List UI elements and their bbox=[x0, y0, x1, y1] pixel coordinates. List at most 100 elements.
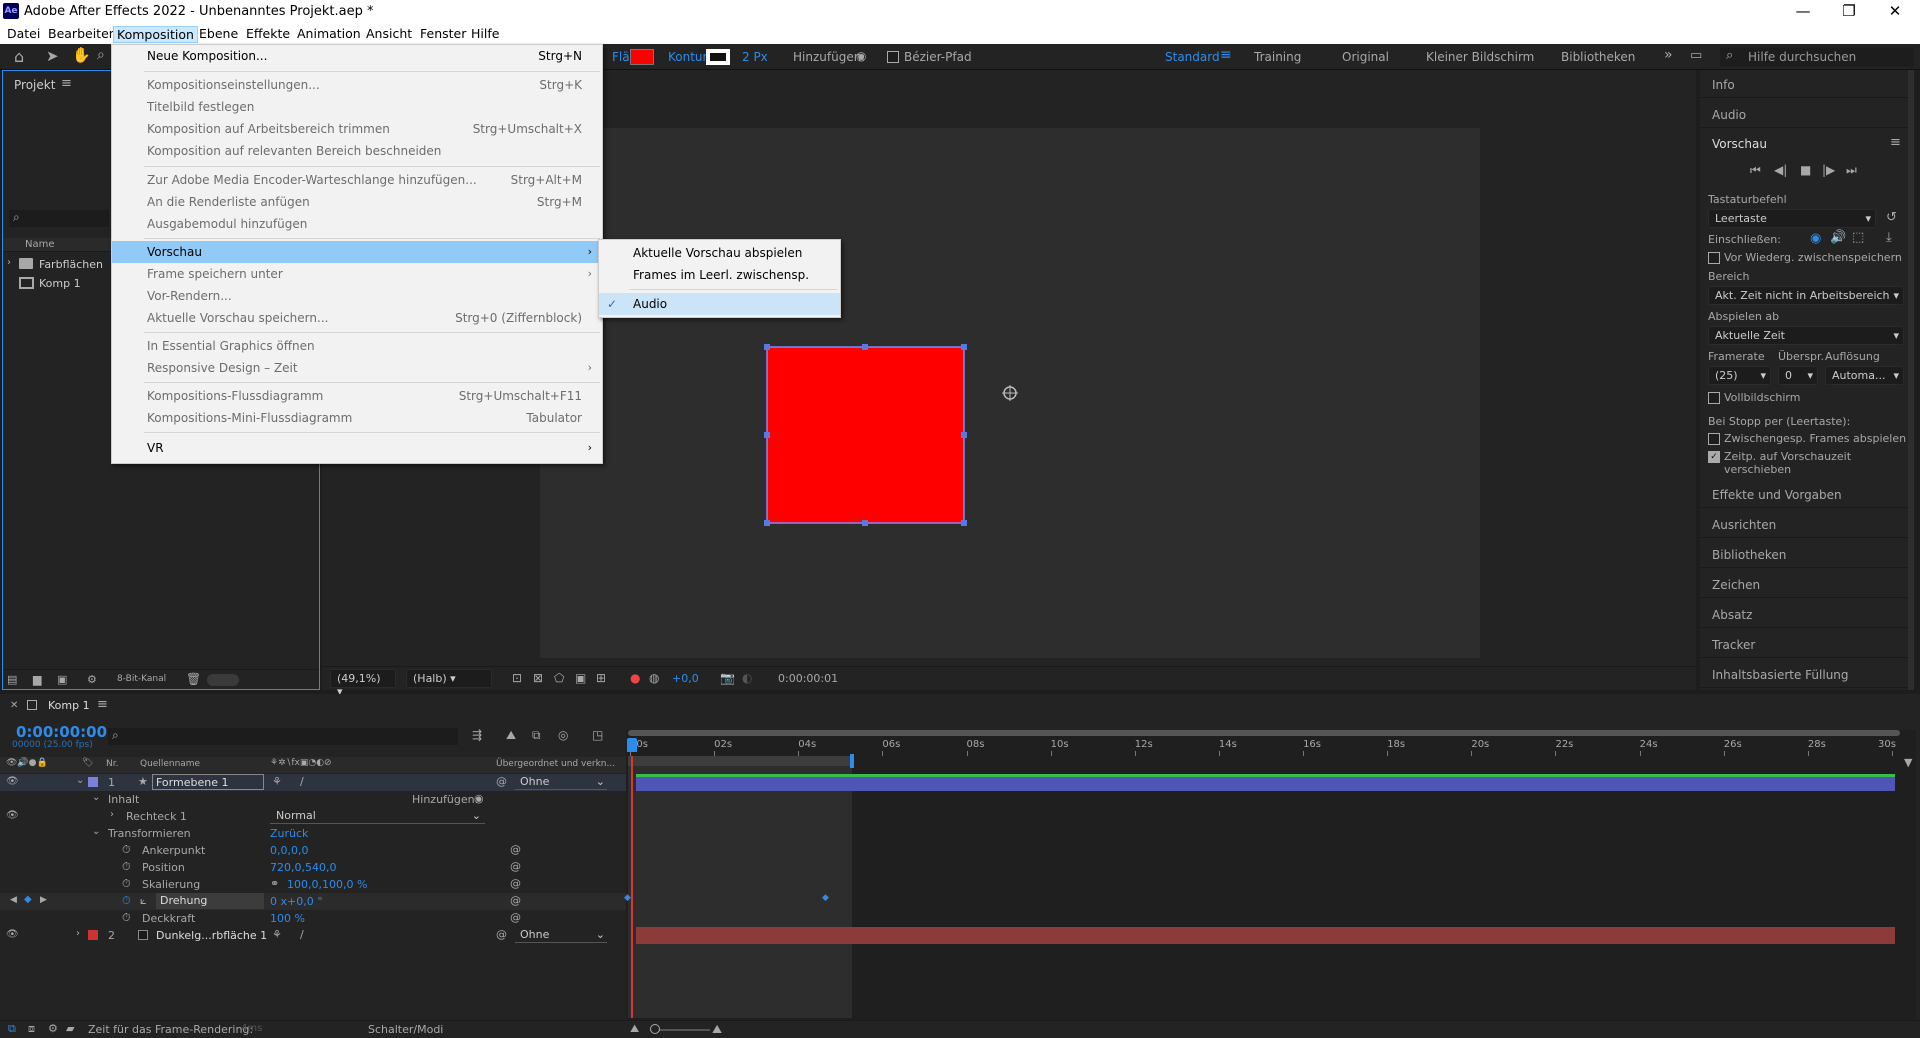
property-name-selected[interactable]: Drehung bbox=[156, 893, 264, 909]
add-keyframe-icon[interactable]: ◆ bbox=[24, 894, 32, 905]
snapshot-icon[interactable]: 📷 bbox=[720, 671, 735, 685]
layer-label-color[interactable] bbox=[88, 777, 98, 787]
menu-item-media-encoder[interactable]: Zur Adobe Media Encoder-Warteschlange hi… bbox=[112, 169, 602, 191]
anchor-point-icon[interactable] bbox=[1002, 385, 1018, 401]
menu-item-essential-graphics[interactable]: In Essential Graphics öffnen bbox=[112, 335, 602, 357]
workspace-training[interactable]: Training bbox=[1254, 50, 1301, 64]
panel-menu-icon[interactable]: ≡ bbox=[61, 76, 72, 91]
eye-icon[interactable]: 👁 bbox=[6, 810, 19, 821]
chevron-right-icon[interactable]: › bbox=[7, 257, 11, 268]
layer-row-1[interactable]: 👁 ⌄ 1 ★ Formebene 1 ⚘ ∕ @ Ohne ⌄ bbox=[0, 774, 626, 791]
menu-datei[interactable]: Datei bbox=[4, 26, 43, 43]
property-value[interactable]: 0,0,0,0 bbox=[270, 844, 308, 857]
render-time-toggle-icon[interactable]: ▰ bbox=[66, 1022, 74, 1035]
menu-item-responsive-design[interactable]: Responsive Design – Zeit › bbox=[112, 357, 602, 379]
workspace-small-screen[interactable]: Kleiner Bildschirm bbox=[1426, 50, 1534, 64]
property-value[interactable]: 720,0,540,0 bbox=[270, 861, 336, 874]
zoom-dropdown[interactable]: (49,1%) ▾ bbox=[330, 669, 396, 698]
menu-item-vr[interactable]: VR › bbox=[112, 437, 602, 459]
close-icon[interactable]: ✕ bbox=[1872, 0, 1918, 24]
work-area-bar[interactable] bbox=[628, 756, 852, 766]
chevron-down-icon[interactable]: ⌄ bbox=[92, 792, 100, 803]
draft-3d-icon[interactable]: ⛰ bbox=[506, 728, 516, 743]
panel-paragraph[interactable]: Absatz bbox=[1700, 600, 1914, 628]
pickwhip-icon[interactable]: @ bbox=[496, 928, 507, 941]
graph-icon[interactable]: ⟀ bbox=[140, 894, 147, 908]
export-icon[interactable]: ⤓ bbox=[1886, 230, 1892, 245]
menu-item-save-preview[interactable]: Aktuelle Vorschau speichern... Strg+0 (Zi… bbox=[112, 307, 602, 329]
menu-item-save-frame[interactable]: Frame speichern unter › bbox=[112, 263, 602, 285]
stopwatch-icon[interactable]: ⏱ bbox=[122, 860, 131, 874]
right-scrollbar[interactable] bbox=[1908, 70, 1914, 690]
comp-button-icon[interactable]: ▼ bbox=[1904, 756, 1912, 769]
work-area-end-handle[interactable] bbox=[850, 754, 854, 768]
menu-item-crop-comp[interactable]: Komposition auf relevanten Bereich besch… bbox=[112, 140, 602, 162]
exposure-value[interactable]: +0,0 bbox=[672, 672, 699, 685]
menu-bearbeiten[interactable]: Bearbeiten bbox=[45, 26, 120, 43]
hand-tool-icon[interactable]: ✋ bbox=[72, 46, 91, 64]
new-composition-icon[interactable]: ▣ bbox=[57, 673, 67, 686]
parent-dropdown[interactable]: Ohne ⌄ bbox=[515, 927, 607, 943]
time-ruler[interactable]: 00s 02s 04s 06s 08s 10s 12s 14s 16s 18s 20s 22s 24s 2… bbox=[626, 738, 1916, 756]
preview-panel-title[interactable]: Vorschau bbox=[1712, 137, 1767, 151]
menu-item-mini-flowchart[interactable]: Kompositions-Mini-Flussdiagramm Tabulator bbox=[112, 407, 602, 429]
chevron-right-icon[interactable]: › bbox=[76, 928, 80, 939]
layer-row-2[interactable]: 👁 › 2 Dunkelg...rbfläche 1 ⚘ ∕ @ Ohne ⌄ bbox=[0, 927, 626, 944]
resolution-preview-dropdown[interactable]: Automa... ▾ bbox=[1825, 366, 1904, 385]
pickwhip-icon[interactable]: @ bbox=[510, 911, 521, 924]
menu-item-render-queue[interactable]: An die Renderliste anfügen Strg+M bbox=[112, 191, 602, 213]
keyframe-start-icon[interactable]: ◆ bbox=[624, 893, 631, 903]
minimize-icon[interactable]: — bbox=[1780, 0, 1826, 24]
property-row-rotation[interactable]: ◀ ◆ ▶ ⏱ ⟀ Drehung 0 x+0,0 ° @ bbox=[0, 893, 626, 910]
stopwatch-active-icon[interactable]: ⏱ bbox=[122, 894, 131, 908]
play-from-dropdown[interactable]: Aktuelle Zeit ▾ bbox=[1708, 326, 1904, 345]
home-icon[interactable]: ⌂ bbox=[14, 47, 24, 66]
menu-effekte[interactable]: Effekte bbox=[243, 26, 293, 43]
chevron-right-icon[interactable]: › bbox=[110, 809, 114, 820]
project-settings-icon[interactable]: ⚙ bbox=[87, 673, 97, 686]
stop-icon[interactable]: ■ bbox=[1800, 163, 1811, 177]
keyframe-end-icon[interactable]: ◆ bbox=[822, 893, 829, 903]
panel-effects[interactable]: Effekte und Vorgaben bbox=[1700, 480, 1914, 508]
include-overlays-icon[interactable]: ⬚ bbox=[1852, 230, 1864, 245]
thumbnail-slider[interactable] bbox=[207, 674, 239, 686]
timeline-search[interactable]: ⌕ bbox=[108, 728, 458, 745]
close-tab-icon[interactable]: ✕ bbox=[10, 700, 18, 711]
current-time-display[interactable]: 0:00:00:01 bbox=[778, 672, 838, 685]
timeline-tab[interactable]: Komp 1 bbox=[48, 699, 90, 712]
stopwatch-icon[interactable]: ⏱ bbox=[122, 843, 131, 857]
menu-item-pre-render[interactable]: Vor-Rendern... bbox=[112, 285, 602, 307]
menu-ansicht[interactable]: Ansicht bbox=[363, 26, 415, 43]
panel-content-aware-fill[interactable]: Inhaltsbasierte Füllung bbox=[1700, 660, 1914, 688]
transfer-controls-toggle-icon[interactable]: ⧈ bbox=[28, 1022, 35, 1036]
interpret-footage-icon[interactable]: ▤ bbox=[7, 673, 17, 686]
frame-blending-icon[interactable]: ◎ bbox=[558, 728, 568, 742]
submenu-cache-frames[interactable]: Frames im Leerl. zwischensp. bbox=[599, 264, 840, 286]
more-workspaces-icon[interactable]: » bbox=[1664, 47, 1673, 63]
constrain-proportions-icon[interactable]: ⚭ bbox=[270, 877, 279, 890]
eye-icon[interactable]: 👁 bbox=[6, 929, 19, 940]
column-source[interactable]: Quellenname bbox=[140, 759, 200, 769]
blend-mode-dropdown[interactable]: Normal ⌄ bbox=[270, 808, 485, 824]
graph-editor-icon[interactable]: ◳ bbox=[592, 728, 603, 742]
pickwhip-icon[interactable]: @ bbox=[496, 775, 507, 788]
bezier-checkbox[interactable] bbox=[887, 51, 899, 63]
stopwatch-icon[interactable]: ⏱ bbox=[122, 877, 131, 891]
stroke-swatch[interactable] bbox=[706, 49, 730, 65]
shy-switch-icon[interactable]: ⚘ bbox=[272, 775, 282, 788]
workspace-original[interactable]: Original bbox=[1342, 50, 1389, 64]
menu-komposition[interactable]: Komposition bbox=[113, 26, 198, 43]
trash-icon[interactable]: 🗑 bbox=[186, 672, 201, 686]
layer-name[interactable]: Dunkelg...rbfläche 1 bbox=[156, 929, 267, 942]
resolution-dropdown[interactable]: (Halb) ▾ bbox=[406, 669, 492, 688]
reset-transform-link[interactable]: Zurück bbox=[270, 827, 308, 840]
shy-layers-icon[interactable]: ⧉ bbox=[532, 728, 541, 743]
pickwhip-icon[interactable]: @ bbox=[510, 860, 521, 873]
time-navigator[interactable] bbox=[628, 730, 1900, 736]
shape-rectangle[interactable] bbox=[766, 346, 965, 524]
framerate-dropdown[interactable]: (25) ▾ bbox=[1708, 366, 1771, 385]
menu-item-output-module[interactable]: Ausgabemodul hinzufügen bbox=[112, 213, 602, 235]
include-video-icon[interactable]: ◉ bbox=[1810, 231, 1821, 246]
current-time-indicator[interactable] bbox=[631, 756, 633, 1018]
color-channels-icon[interactable]: ● bbox=[630, 671, 640, 685]
